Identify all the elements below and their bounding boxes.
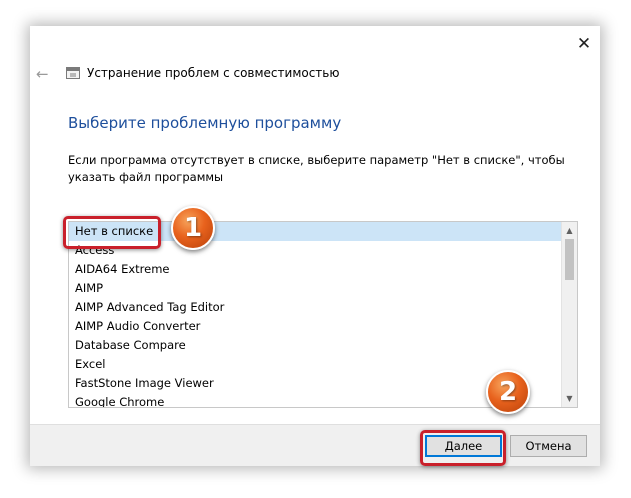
- list-scrollbar[interactable]: ▲ ▼: [561, 222, 577, 407]
- list-item[interactable]: Excel: [69, 355, 562, 374]
- list-item[interactable]: Database Compare: [69, 336, 562, 355]
- next-button[interactable]: Далее: [425, 435, 502, 457]
- list-item[interactable]: AIDA64 Extreme: [69, 260, 562, 279]
- instruction-text: Если программа отсутствует в списке, выб…: [68, 153, 565, 184]
- window-title: Устранение проблем с совместимостью: [87, 66, 340, 80]
- list-item[interactable]: AIMP Advanced Tag Editor: [69, 298, 562, 317]
- scroll-thumb[interactable]: [565, 239, 574, 280]
- cancel-button[interactable]: Отмена: [510, 435, 587, 457]
- scroll-up-icon[interactable]: ▲: [562, 222, 577, 239]
- list-item[interactable]: Access: [69, 241, 562, 260]
- list-item[interactable]: AIMP: [69, 279, 562, 298]
- dialog-footer: Далее Отмена: [30, 424, 600, 466]
- back-arrow-icon[interactable]: ←: [36, 65, 49, 83]
- scroll-down-icon[interactable]: ▼: [562, 390, 577, 407]
- step-badge-2: 2: [486, 370, 530, 414]
- troubleshooter-window-icon: [66, 67, 80, 79]
- page-heading: Выберите проблемную программу: [68, 114, 342, 132]
- close-icon[interactable]: ✕: [574, 34, 594, 54]
- step-badge-1: 1: [171, 206, 215, 250]
- list-item-not-listed[interactable]: Нет в списке: [69, 222, 562, 241]
- list-item[interactable]: AIMP Audio Converter: [69, 317, 562, 336]
